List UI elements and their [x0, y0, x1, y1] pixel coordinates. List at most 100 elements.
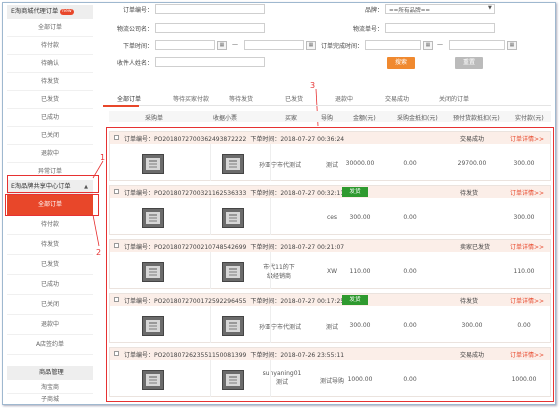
order-checkbox[interactable] — [114, 297, 119, 302]
order-paid: 0.00 — [517, 322, 531, 329]
order-time-value: 2018-07-26 23:55:11 — [280, 352, 345, 359]
calendar-icon[interactable]: ▦ — [507, 41, 517, 50]
calendar-icon[interactable]: ▦ — [423, 41, 433, 50]
column-header: 采购金抵扣(元) — [397, 115, 438, 122]
tab-refunding[interactable]: 退款中 — [335, 94, 353, 103]
tab-awaiting-shipment[interactable]: 等待发货 — [229, 94, 253, 103]
order-detail-link[interactable]: 订单详情>> — [510, 296, 544, 305]
order-time-prefix: 下单时间： — [250, 136, 281, 143]
order-row: 订单编号：PO2018072623551150081399 下单时间：2018-0… — [109, 347, 551, 397]
order-header: 订单编号：PO2018072700210748542699 下单时间：2018-0… — [110, 240, 550, 252]
column-divider — [210, 198, 211, 235]
order-status: 待发货 — [460, 190, 479, 197]
recipient-input[interactable] — [155, 57, 265, 67]
order-detail-link[interactable]: 订单详情>> — [510, 188, 544, 197]
order-no-prefix: 订单编号： — [124, 352, 155, 359]
tab-completed[interactable]: 交易成功 — [385, 94, 409, 103]
order-time-prefix: 下单时间： — [250, 190, 281, 197]
column-divider — [270, 306, 271, 343]
order-checkbox[interactable] — [114, 351, 119, 356]
order-checkbox[interactable] — [114, 243, 119, 248]
tab-awaiting-payment[interactable]: 等待买家付款 — [173, 94, 209, 103]
complete-time-end-input[interactable] — [449, 40, 505, 50]
purchase-order-image[interactable] — [142, 370, 164, 390]
column-header: 实付款(元) — [515, 115, 544, 122]
order-checkbox[interactable] — [114, 135, 119, 140]
order-no-value: PO2018072623551150081399 — [154, 352, 247, 359]
purchase-order-image[interactable] — [142, 154, 164, 174]
calendar-icon[interactable]: ▦ — [217, 41, 227, 50]
order-detail-link[interactable]: 订单详情>> — [510, 242, 544, 251]
table-header: 采购单 收据小票 买家 导购 金额(元) 采购金抵扣(元) 预付货款抵扣(元) … — [109, 111, 551, 122]
order-paid: 110.00 — [513, 268, 535, 275]
purchase-order-image[interactable] — [142, 316, 164, 336]
search-button[interactable]: 搜索 — [387, 57, 415, 69]
tab-closed[interactable]: 关闭的订单 — [439, 94, 469, 103]
order-buyer: sunyaning01测试 — [262, 370, 302, 386]
order-time-value: 2018-07-27 00:32:11 — [280, 190, 345, 197]
order-time-start-input[interactable] — [155, 40, 215, 50]
column-divider — [270, 252, 271, 289]
ship-button[interactable]: 发货 — [342, 295, 368, 305]
order-time-value: 2018-07-27 00:21:07 — [280, 244, 345, 251]
order-detail-link[interactable]: 订单详情>> — [510, 134, 544, 143]
receipt-image[interactable] — [222, 154, 244, 174]
column-divider — [210, 360, 211, 397]
complete-time-start-input[interactable] — [365, 40, 421, 50]
order-paid: 1000.00 — [511, 376, 537, 383]
order-amount: 300.00 — [349, 214, 371, 221]
order-number: 订单编号：PO2018072700210748542699 下单时间：2018-0… — [124, 242, 344, 251]
order-status: 卖家已发货 — [460, 244, 491, 251]
order-detail-link[interactable]: 订单详情>> — [510, 350, 544, 359]
receipt-image[interactable] — [222, 316, 244, 336]
order-number: 订单编号：PO2018072700321162536333 下单时间：2018-0… — [124, 188, 344, 197]
order-guide: XW — [326, 268, 338, 275]
order-deduct: 0.00 — [403, 160, 417, 167]
range-dash: — — [232, 41, 238, 48]
column-divider — [270, 144, 271, 181]
logistics-no-input[interactable] — [385, 23, 495, 33]
tab-shipped[interactable]: 已发货 — [285, 94, 303, 103]
ship-button[interactable]: 发货 — [342, 187, 368, 197]
receipt-image[interactable] — [222, 208, 244, 228]
range-dash: — — [437, 41, 443, 48]
logistics-input[interactable] — [155, 23, 265, 33]
order-time-value: 2018-07-27 00:17:25 — [280, 298, 345, 305]
complete-time-label: 订单完成时间： — [320, 43, 363, 50]
order-amount: 110.00 — [349, 268, 371, 275]
brand-label: 品牌： — [364, 7, 383, 14]
purchase-order-image[interactable] — [142, 262, 164, 282]
order-no-input[interactable] — [155, 4, 265, 14]
order-no-prefix: 订单编号： — [124, 298, 155, 305]
order-no-value: PO2018072700172592296455 — [154, 298, 247, 305]
order-guide: 测试 — [325, 324, 338, 331]
order-time-end-input[interactable] — [244, 40, 304, 50]
order-number: 订单编号：PO2018072623551150081399 下单时间：2018-0… — [124, 350, 344, 359]
order-guide: ces — [326, 214, 338, 221]
order-checkbox[interactable] — [114, 189, 119, 194]
column-divider — [210, 252, 211, 289]
order-header: 订单编号：PO2018072700362493872222 下单时间：2018-0… — [110, 132, 550, 144]
column-header: 采购单 — [145, 115, 164, 122]
order-time-value: 2018-07-27 00:36:24 — [280, 136, 345, 143]
order-buyer: 孙亚宁市代测试 — [258, 324, 301, 331]
receipt-image[interactable] — [222, 262, 244, 282]
order-row: 订单编号：PO2018072700362493872222 下单时间：2018-0… — [109, 131, 551, 181]
tab-all-orders[interactable]: 全部订单 — [117, 94, 141, 103]
purchase-order-image[interactable] — [142, 208, 164, 228]
column-divider — [210, 144, 211, 181]
brand-select-value: ==所有品牌== — [389, 8, 431, 14]
column-divider — [210, 306, 211, 343]
order-time-label: 下单时间： — [122, 43, 153, 50]
order-amount: 1000.00 — [347, 376, 373, 383]
order-deduct: 0.00 — [403, 214, 417, 221]
order-row: 订单编号：PO2018072700172592296455 下单时间：2018-0… — [109, 293, 551, 343]
receipt-image[interactable] — [222, 370, 244, 390]
order-status: 交易成功 — [460, 136, 485, 143]
reset-button[interactable]: 重置 — [455, 57, 483, 69]
order-header: 订单编号：PO2018072623551150081399 下单时间：2018-0… — [110, 348, 550, 360]
column-header: 预付货款抵扣(元) — [453, 115, 500, 122]
order-time-prefix: 下单时间： — [250, 298, 281, 305]
order-no-value: PO2018072700210748542699 — [154, 244, 247, 251]
order-buyer: 孙亚宁市代测试 — [258, 162, 301, 169]
